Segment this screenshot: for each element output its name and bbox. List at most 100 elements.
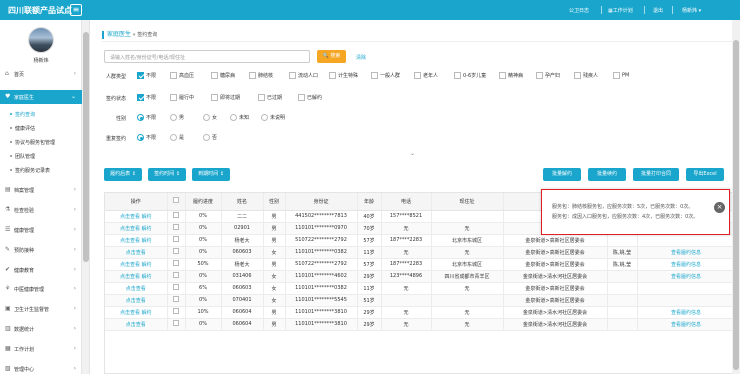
sidebar-subitem[interactable]: 签约服务记录表	[0, 164, 82, 176]
checkbox[interactable]	[574, 72, 581, 79]
filter-option[interactable]: 即将过期	[211, 94, 240, 101]
filter-option[interactable]: 未说明	[261, 114, 285, 121]
sidebar-item[interactable]: ▥ 数据统计 ›	[0, 322, 82, 336]
filter-option[interactable]: 残疾人	[574, 72, 598, 79]
close-icon[interactable]: ×	[714, 202, 725, 213]
select-all-checkbox[interactable]	[173, 197, 179, 204]
clear-link[interactable]: 清除	[356, 54, 366, 61]
sidebar-item[interactable]: ▣ 卫生计生监督管 ›	[0, 302, 82, 316]
sidebar-item[interactable]: ▦ 工作计划 ›	[0, 342, 82, 356]
table-row[interactable]: 点击查看 0% 070401 女 110101********5545 51岁 金泉街道>高…	[105, 294, 733, 307]
checkbox[interactable]	[613, 72, 620, 79]
radio[interactable]	[137, 114, 144, 121]
checkbox[interactable]	[170, 94, 177, 101]
filter-option[interactable]: 肺结核	[249, 72, 273, 79]
table-row[interactable]: 点击查看 解约 10% 060604 男 110101********3810 29岁无无…	[105, 306, 733, 319]
filter-option[interactable]: PM	[613, 72, 629, 79]
row-action-link[interactable]: 点击查看	[126, 298, 146, 304]
table-row[interactable]: 点击查看 解约 50% 杨老大男 510722********2792 57岁 187**…	[105, 258, 733, 271]
row-action-link[interactable]: 点击查看	[126, 286, 146, 292]
radio[interactable]	[203, 134, 210, 141]
row-action-link[interactable]: 点击查看 解约	[120, 214, 152, 220]
table-row[interactable]: 点击查看 解约 0% 031406 女 110101********4602 29岁 123…	[105, 270, 733, 283]
row-action-link[interactable]: 点击查看	[126, 250, 146, 256]
row-action-link[interactable]: 点击查看 解约	[120, 310, 152, 316]
sidebar-subitem[interactable]: 健康评估	[0, 122, 82, 134]
row-action-link[interactable]: 查看履约信息	[671, 310, 701, 316]
menu-icon[interactable]: ≡	[70, 4, 82, 16]
row-checkbox[interactable]	[173, 248, 179, 254]
sidebar-item[interactable]: ⌂ 首页 ›	[0, 67, 82, 81]
topnav-logout[interactable]: 退出	[653, 7, 663, 14]
filter-option[interactable]: 不限	[137, 114, 156, 121]
sort-sign-time-button[interactable]: 签约时间 ↕	[148, 168, 186, 181]
row-action-link[interactable]: 点击查看	[126, 322, 146, 328]
checkbox[interactable]	[414, 72, 421, 79]
filter-option[interactable]: 流动人口	[289, 72, 318, 79]
filter-option[interactable]: 一般人群	[371, 72, 400, 79]
row-checkbox[interactable]	[173, 296, 179, 302]
batch-renew-button[interactable]: 批量续约	[588, 168, 626, 181]
radio[interactable]	[170, 114, 177, 121]
batch-cancel-button[interactable]: 批量解约	[543, 168, 581, 181]
checkbox[interactable]	[258, 94, 265, 101]
sidebar-item[interactable]: ♥ 家庭医生 ⌄	[0, 90, 82, 104]
row-checkbox[interactable]	[173, 320, 179, 326]
filter-option[interactable]: 否	[203, 134, 217, 141]
radio[interactable]	[170, 134, 177, 141]
sidebar-item[interactable]: ✔ 健康教育 ›	[0, 263, 82, 277]
filter-option[interactable]: 未知	[230, 114, 249, 121]
radio[interactable]	[137, 134, 144, 141]
checkbox[interactable]	[536, 72, 543, 79]
row-checkbox[interactable]	[173, 212, 179, 218]
filter-option[interactable]: 女	[203, 114, 217, 121]
checkbox[interactable]	[499, 72, 506, 79]
topnav-log[interactable]: 公卫日志	[569, 7, 589, 14]
filter-option[interactable]: 履行中	[170, 94, 194, 101]
radio[interactable]	[261, 114, 268, 121]
row-action-link[interactable]: 查看履约信息	[671, 274, 701, 280]
topnav-user[interactable]: 杨新炜 ▾	[682, 7, 701, 14]
row-action-link[interactable]: 查看履约信息	[671, 262, 701, 268]
sidebar-item[interactable]: ▤ 档案管理 ›	[0, 183, 82, 197]
row-checkbox[interactable]	[173, 284, 179, 290]
row-checkbox[interactable]	[173, 236, 179, 242]
row-action-link[interactable]: 点击查看 解约	[120, 274, 152, 280]
radio[interactable]	[203, 114, 210, 121]
filter-option[interactable]: 已解约	[298, 94, 322, 101]
filter-option[interactable]: 是	[170, 134, 184, 141]
checkbox[interactable]	[454, 72, 461, 79]
sort-expire-time-button[interactable]: 到期时间 ↕	[192, 168, 230, 181]
row-action-link[interactable]: 查看履约信息	[671, 250, 701, 256]
row-action-link[interactable]: 点击查看 解约	[120, 226, 152, 232]
checkbox[interactable]	[289, 72, 296, 79]
filter-option[interactable]: 已过期	[258, 94, 282, 101]
page-scroll-thumb[interactable]	[733, 40, 739, 370]
checkbox[interactable]	[137, 72, 144, 79]
row-checkbox[interactable]	[173, 308, 179, 314]
filter-option[interactable]: 高血压	[170, 72, 194, 79]
table-row[interactable]: 点击查看 0% 060604 男 110101********3810 29岁无无金泉街道…	[105, 318, 733, 331]
sidebar-scroll-thumb[interactable]	[83, 32, 89, 262]
filter-option[interactable]: 男	[170, 114, 184, 121]
export-excel-button[interactable]: 导出Excel	[686, 168, 724, 181]
sort-fulfill-button[interactable]: 履约后表 ↕	[104, 168, 142, 181]
filter-option[interactable]: 不限	[137, 94, 156, 101]
sidebar-item[interactable]: ✎ 预防接种 ›	[0, 243, 82, 257]
checkbox[interactable]	[298, 94, 305, 101]
checkbox[interactable]	[170, 72, 177, 79]
checkbox[interactable]	[329, 72, 336, 79]
sidebar-subitem[interactable]: 团队管理	[0, 150, 82, 162]
sidebar-subitem[interactable]: 签约查询	[0, 108, 82, 120]
filter-option[interactable]: 孕产妇	[536, 72, 560, 79]
radio[interactable]	[230, 114, 237, 121]
checkbox[interactable]	[137, 94, 144, 101]
checkbox[interactable]	[249, 72, 256, 79]
batch-print-button[interactable]: 批量打印合同	[633, 168, 679, 181]
checkbox[interactable]	[211, 94, 218, 101]
checkbox[interactable]	[371, 72, 378, 79]
row-action-link[interactable]: 点击查看 解约	[120, 262, 152, 268]
sidebar-item[interactable]: ⚘ 中医健康管理 ›	[0, 282, 82, 296]
table-row[interactable]: 点击查看 解约 0% 杨老大男 510722********2792 57岁 187***…	[105, 234, 733, 247]
sidebar-scrollbar[interactable]	[82, 20, 90, 374]
